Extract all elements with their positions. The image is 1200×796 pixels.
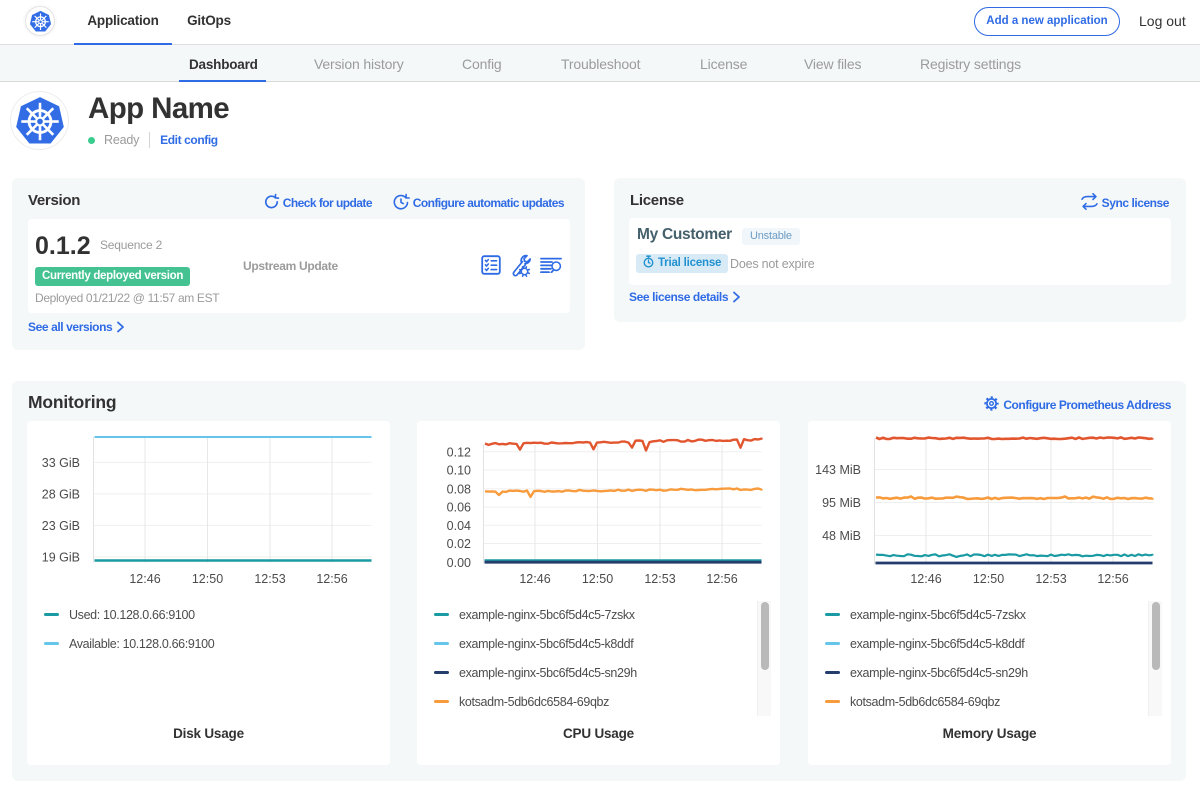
svg-text:12:53: 12:53 <box>254 572 285 586</box>
svg-text:12:56: 12:56 <box>1097 572 1128 586</box>
svg-text:12:56: 12:56 <box>706 572 737 586</box>
svg-text:28 GiB: 28 GiB <box>42 487 80 501</box>
svg-text:143 MiB: 143 MiB <box>815 463 861 477</box>
svg-text:12:50: 12:50 <box>582 572 613 586</box>
svg-text:0.00: 0.00 <box>447 556 471 570</box>
svg-text:33 GiB: 33 GiB <box>42 456 80 470</box>
svg-text:12:53: 12:53 <box>1035 572 1066 586</box>
svg-text:19 GiB: 19 GiB <box>42 550 80 564</box>
svg-text:12:46: 12:46 <box>910 572 941 586</box>
svg-text:23 GiB: 23 GiB <box>42 519 80 533</box>
svg-text:0.02: 0.02 <box>447 537 471 551</box>
svg-text:12:56: 12:56 <box>316 572 347 586</box>
svg-text:12:50: 12:50 <box>973 572 1004 586</box>
svg-text:0.06: 0.06 <box>447 501 471 515</box>
svg-text:0.10: 0.10 <box>447 464 471 478</box>
svg-text:0.08: 0.08 <box>447 482 471 496</box>
svg-text:12:50: 12:50 <box>192 572 223 586</box>
svg-text:95 MiB: 95 MiB <box>822 496 861 510</box>
svg-text:0.04: 0.04 <box>447 519 471 533</box>
svg-text:0.12: 0.12 <box>447 445 471 459</box>
svg-text:12:46: 12:46 <box>519 572 550 586</box>
svg-text:12:46: 12:46 <box>129 572 160 586</box>
svg-text:48 MiB: 48 MiB <box>822 529 861 543</box>
svg-text:12:53: 12:53 <box>644 572 675 586</box>
